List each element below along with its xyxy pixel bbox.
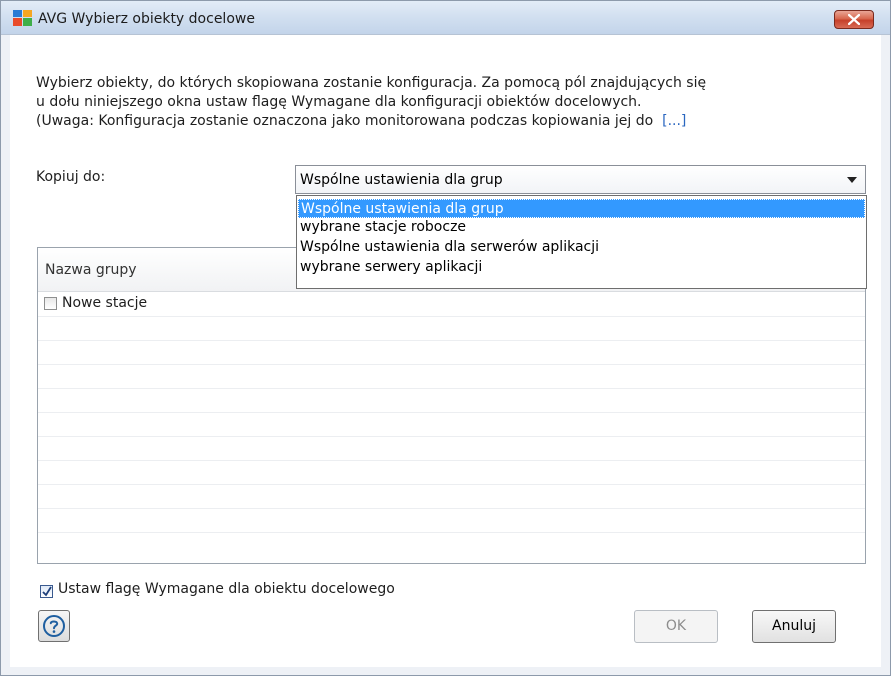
copy-to-selected-value: Wspólne ustawienia dla grup	[300, 172, 503, 188]
row-divider	[38, 364, 865, 365]
copy-to-select[interactable]: Wspólne ustawienia dla grup	[295, 165, 866, 194]
dropdown-option-selected-stations[interactable]: wybrane stacje robocze	[298, 218, 865, 237]
row-checkbox[interactable]	[44, 297, 57, 310]
title-bar[interactable]: AVG Wybierz obiekty docelowe	[1, 1, 890, 35]
table-row[interactable]: Nowe stacje	[38, 292, 865, 316]
checkmark-icon	[42, 586, 52, 597]
row-divider	[38, 460, 865, 461]
avg-logo-icon	[13, 10, 32, 26]
description-line-3-text: (Uwaga: Konfiguracja zostanie oznaczona …	[36, 113, 654, 129]
close-button[interactable]	[834, 10, 874, 29]
group-grid: Nazwa grupy Nowe stacje	[37, 247, 866, 564]
row-divider	[38, 484, 865, 485]
required-flag-label[interactable]: Ustaw flagę Wymagane dla obiektu docelow…	[58, 581, 395, 597]
cancel-button[interactable]: Anuluj	[752, 610, 836, 643]
description-line-1: Wybierz obiekty, do których skopiowana z…	[36, 75, 707, 91]
description-line-2: u dołu niniejszego okna ustaw flagę Wyma…	[36, 94, 642, 110]
row-divider	[38, 388, 865, 389]
row-divider	[38, 532, 865, 533]
dropdown-option-group-settings[interactable]: Wspólne ustawienia dla grup	[298, 199, 865, 218]
dropdown-option-selected-app-servers[interactable]: wybrane serwery aplikacji	[298, 258, 865, 277]
dropdown-option-app-server-settings[interactable]: Wspólne ustawienia dla serwerów aplikacj…	[298, 238, 865, 257]
chevron-down-icon[interactable]	[847, 177, 857, 183]
description-text: Wybierz obiekty, do których skopiowana z…	[36, 74, 866, 131]
help-button[interactable]	[38, 610, 70, 642]
row-divider	[38, 436, 865, 437]
copy-to-dropdown-list: Wspólne ustawienia dla grup wybrane stac…	[296, 195, 867, 289]
description-line-3: (Uwaga: Konfiguracja zostanie oznaczona …	[36, 112, 866, 131]
help-icon	[43, 615, 65, 637]
window-title: AVG Wybierz obiekty docelowe	[38, 11, 255, 27]
column-header-group-name[interactable]: Nazwa grupy	[45, 262, 137, 278]
row-divider	[38, 340, 865, 341]
row-label: Nowe stacje	[62, 295, 148, 311]
required-flag-checkbox[interactable]	[40, 585, 53, 598]
row-divider	[38, 412, 865, 413]
close-icon	[848, 14, 860, 25]
row-divider	[38, 316, 865, 317]
copy-to-label: Kopiuj do:	[36, 169, 106, 185]
ok-button[interactable]: OK	[634, 610, 718, 643]
row-divider	[38, 508, 865, 509]
more-link[interactable]: [...]	[662, 113, 686, 129]
